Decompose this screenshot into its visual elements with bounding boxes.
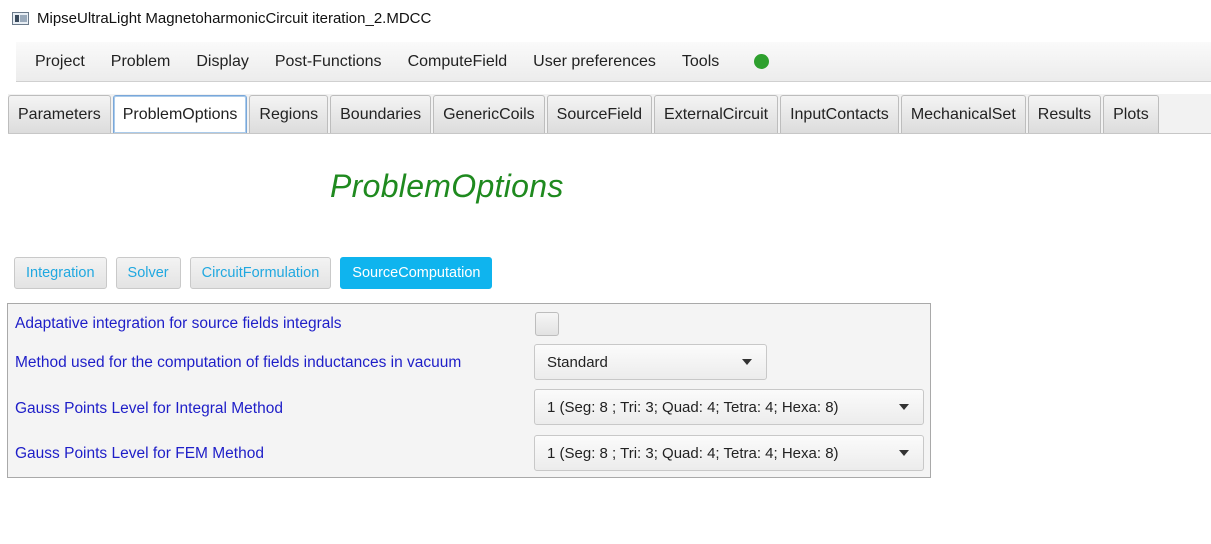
gauss-integral-label: Gauss Points Level for Integral Method <box>15 400 283 417</box>
menu-post-functions[interactable]: Post-Functions <box>262 53 395 71</box>
menu-tools[interactable]: Tools <box>669 53 732 71</box>
inductance-method-value: Standard <box>547 353 608 371</box>
chevron-down-icon <box>742 359 752 365</box>
subtab-sourcecomputation[interactable]: SourceComputation <box>340 257 493 289</box>
subtab-integration[interactable]: Integration <box>14 257 107 289</box>
tab-regions[interactable]: Regions <box>249 95 329 133</box>
source-computation-panel: Adaptative integration for source fields… <box>7 303 931 478</box>
tab-externalcircuit[interactable]: ExternalCircuit <box>654 95 779 133</box>
gauss-fem-select[interactable]: 1 (Seg: 8 ; Tri: 3; Quad: 4; Tetra: 4; H… <box>534 435 924 471</box>
inductance-method-label: Method used for the computation of field… <box>15 354 462 371</box>
chevron-down-icon <box>899 404 909 410</box>
app-icon <box>12 11 29 25</box>
menu-bar: Project Problem Display Post-Functions C… <box>16 42 1211 82</box>
chevron-down-icon <box>899 450 909 456</box>
menu-project[interactable]: Project <box>22 53 98 71</box>
gauss-integral-value: 1 (Seg: 8 ; Tri: 3; Quad: 4; Tetra: 4; H… <box>547 398 839 416</box>
window-titlebar: MipseUltraLight MagnetoharmonicCircuit i… <box>0 0 1211 36</box>
subtab-circuitformulation[interactable]: CircuitFormulation <box>189 257 332 289</box>
status-indicator-icon <box>754 54 770 69</box>
menu-problem[interactable]: Problem <box>98 53 184 71</box>
tab-results[interactable]: Results <box>1027 95 1102 133</box>
menu-display[interactable]: Display <box>183 53 261 71</box>
tab-mechanicalset[interactable]: MechanicalSet <box>900 95 1026 133</box>
main-tab-bar: Parameters ProblemOptions Regions Bounda… <box>8 94 1211 134</box>
tab-boundaries[interactable]: Boundaries <box>330 95 432 133</box>
tab-problemoptions[interactable]: ProblemOptions <box>112 95 248 133</box>
adaptative-integration-label: Adaptative integration for source fields… <box>15 315 342 332</box>
tab-parameters[interactable]: Parameters <box>8 95 111 133</box>
menu-user-preferences[interactable]: User preferences <box>520 53 669 71</box>
page-title: ProblemOptions <box>330 168 564 204</box>
gauss-fem-label: Gauss Points Level for FEM Method <box>15 445 264 462</box>
tab-plots[interactable]: Plots <box>1103 95 1159 133</box>
subtab-solver[interactable]: Solver <box>115 257 181 289</box>
window-title: MipseUltraLight MagnetoharmonicCircuit i… <box>37 9 432 27</box>
inductance-method-select[interactable]: Standard <box>534 344 767 380</box>
adaptative-integration-checkbox[interactable] <box>535 312 559 336</box>
tab-sourcefield[interactable]: SourceField <box>546 95 653 133</box>
menu-computefield[interactable]: ComputeField <box>395 53 521 71</box>
tab-genericcoils[interactable]: GenericCoils <box>433 95 545 133</box>
gauss-integral-select[interactable]: 1 (Seg: 8 ; Tri: 3; Quad: 4; Tetra: 4; H… <box>534 389 924 425</box>
tab-inputcontacts[interactable]: InputContacts <box>780 95 899 133</box>
subtab-bar: Integration Solver CircuitFormulation So… <box>14 257 493 289</box>
gauss-fem-value: 1 (Seg: 8 ; Tri: 3; Quad: 4; Tetra: 4; H… <box>547 444 839 462</box>
